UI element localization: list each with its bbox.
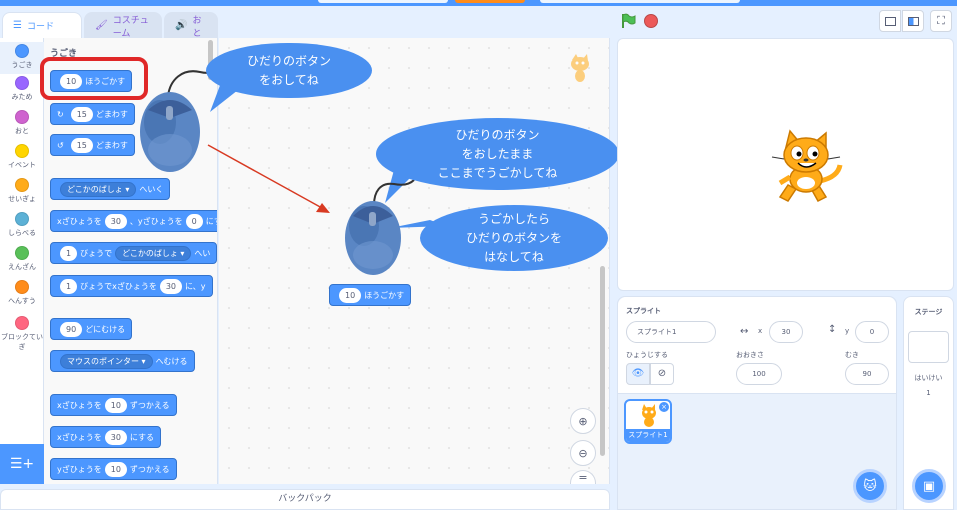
- stop-icon[interactable]: [644, 14, 658, 28]
- mouse-icon: [345, 201, 401, 275]
- sprite-pane: スプライト スプライト1 ↔ x 30 ↕ y 0 ひょうじする 👁 ⊘ おおき…: [617, 296, 897, 510]
- small-stage-icon: [885, 17, 896, 26]
- sprite-info: スプライト スプライト1 ↔ x 30 ↕ y 0 ひょうじする 👁 ⊘ おおき…: [618, 297, 896, 394]
- bubble-line: ひだりのボタン: [455, 127, 540, 142]
- sprite-name-input[interactable]: スプライト1: [626, 321, 716, 343]
- stage-header: ⛶: [614, 8, 957, 36]
- x-value: 30: [781, 328, 791, 336]
- size-label: おおきさ: [736, 351, 764, 359]
- show-label: ひょうじする: [626, 351, 668, 359]
- bubble-line: をおしてね: [259, 72, 319, 87]
- bubble-line: うごかしたら: [477, 211, 550, 226]
- bubble-line: をおしたまま: [461, 146, 534, 161]
- eye-icon: 👁: [631, 368, 645, 379]
- show-hidden-button[interactable]: ⊘: [650, 363, 674, 385]
- x-label: x: [758, 327, 763, 335]
- bubble-line: ここまでうごかしてね: [437, 165, 558, 180]
- delete-sprite-button[interactable]: ×: [659, 402, 669, 412]
- y-arrow-icon: ↕: [828, 324, 837, 335]
- x-input[interactable]: 30: [769, 321, 803, 343]
- hint-bubble-press: ひだりのボタン をおしてね: [206, 43, 372, 98]
- backpack-label: バックパック: [278, 494, 332, 504]
- stage-canvas[interactable]: [617, 38, 954, 291]
- large-stage-icon: [908, 17, 919, 26]
- fullscreen-button[interactable]: ⛶: [930, 10, 952, 32]
- stage-heading: ステージ: [914, 308, 943, 316]
- y-input[interactable]: 0: [855, 321, 889, 343]
- cat-thumb-icon: [642, 404, 656, 427]
- sprite-thumbnail[interactable]: スプライト1 ×: [624, 399, 672, 444]
- small-stage-button[interactable]: [879, 10, 901, 32]
- backdrop-count: 1: [926, 389, 931, 397]
- mouse-icon: [140, 92, 200, 172]
- show-visible-button[interactable]: 👁: [626, 363, 650, 385]
- cat-sprite[interactable]: [768, 127, 846, 207]
- image-add-icon: ▣: [922, 478, 936, 494]
- bubble-line: ひだりのボタン: [246, 53, 331, 68]
- add-sprite-button[interactable]: 🐱: [853, 469, 887, 503]
- y-label: y: [845, 327, 850, 335]
- backdrop-label: はいけい: [914, 374, 943, 382]
- bubble-line: ひだりのボタンを: [465, 230, 562, 245]
- eye-off-icon: ⊘: [657, 368, 667, 379]
- direction-value: 90: [862, 370, 872, 378]
- close-icon: ×: [661, 403, 667, 411]
- hint-bubble-release: うごかしたら ひだりのボタンを はなしてね: [420, 205, 608, 271]
- sprite-thumb-label: スプライト1: [626, 429, 670, 442]
- size-input[interactable]: 100: [736, 363, 782, 385]
- y-value: 0: [869, 328, 875, 336]
- add-backdrop-button[interactable]: ▣: [912, 469, 946, 503]
- hint-bubble-drag: ひだりのボタン をおしたまま ここまでうごかしてね: [376, 118, 619, 190]
- x-arrow-icon: ↔: [740, 326, 749, 337]
- size-value: 100: [752, 370, 766, 378]
- direction-label: むき: [845, 351, 859, 359]
- bubble-line: はなしてね: [484, 249, 544, 264]
- cat-add-icon: 🐱: [863, 478, 877, 494]
- direction-input[interactable]: 90: [845, 363, 889, 385]
- stage-target-pane[interactable]: ステージ はいけい 1 ▣: [903, 296, 954, 510]
- stage-thumbnail[interactable]: [908, 331, 949, 363]
- large-stage-button[interactable]: [902, 10, 924, 32]
- fullscreen-icon: ⛶: [937, 14, 945, 27]
- green-flag-icon[interactable]: [620, 13, 636, 29]
- backpack-bar[interactable]: バックパック: [0, 489, 610, 510]
- sprite-name-value: スプライト1: [637, 328, 677, 336]
- sprite-heading: スプライト: [626, 307, 661, 315]
